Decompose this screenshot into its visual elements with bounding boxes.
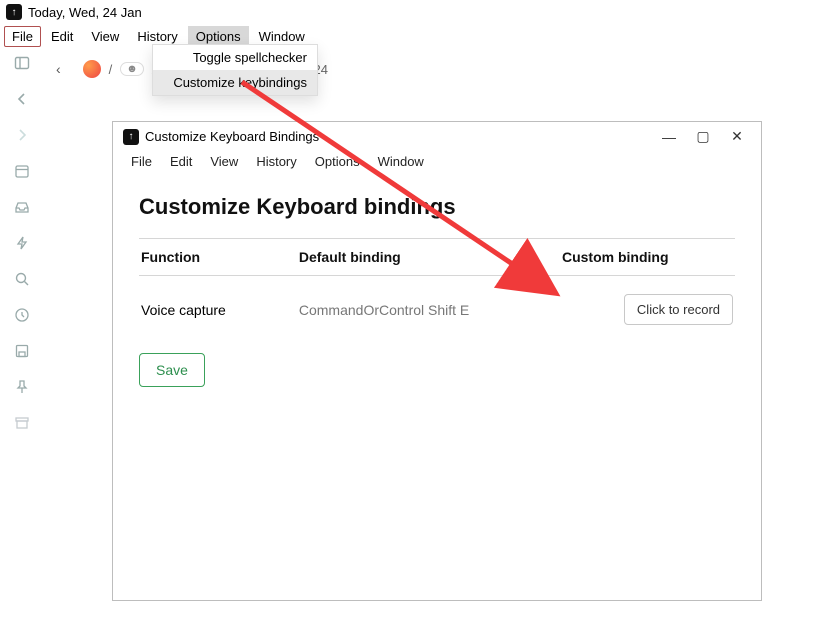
sidebar [0, 46, 44, 606]
inbox-icon[interactable] [13, 198, 31, 216]
row-function: Voice capture [141, 302, 299, 318]
dialog-menu-history[interactable]: History [248, 151, 304, 172]
col-function: Function [141, 249, 299, 265]
chevron-left-icon[interactable]: ‹ [56, 61, 61, 77]
minimize-button[interactable]: — [655, 129, 683, 145]
main-menubar: File Edit View History Options Window [0, 24, 832, 49]
click-to-record-button[interactable]: Click to record [624, 294, 733, 325]
save-icon[interactable] [13, 342, 31, 360]
row-default-binding: CommandOrControl Shift E [299, 302, 562, 318]
app-title: Today, Wed, 24 Jan [28, 5, 142, 20]
bolt-icon[interactable] [13, 234, 31, 252]
calendar-icon[interactable] [13, 162, 31, 180]
dropdown-toggle-spellchecker[interactable]: Toggle spellchecker [153, 45, 317, 70]
dialog-menubar: File Edit View History Options Window [113, 151, 761, 176]
emoji-chip[interactable]: ☻ [120, 62, 144, 76]
titlebar: ↑ Today, Wed, 24 Jan [0, 0, 832, 24]
table-row: Voice capture CommandOrControl Shift E C… [139, 276, 735, 343]
menu-edit[interactable]: Edit [43, 26, 81, 47]
options-dropdown: Toggle spellchecker Customize keybinding… [152, 44, 318, 96]
dialog-app-icon: ↑ [123, 129, 139, 145]
panel-icon[interactable] [13, 54, 31, 72]
dialog-title: Customize Keyboard Bindings [145, 129, 319, 144]
dialog-menu-file[interactable]: File [123, 151, 160, 172]
search-icon[interactable] [13, 270, 31, 288]
maximize-button[interactable]: ▢ [689, 128, 717, 145]
dropdown-customize-keybindings[interactable]: Customize keybindings [153, 70, 317, 95]
dialog-titlebar: ↑ Customize Keyboard Bindings — ▢ ✕ [113, 122, 761, 151]
dialog-menu-window[interactable]: Window [370, 151, 432, 172]
bindings-table: Function Default binding Custom binding … [139, 238, 735, 343]
col-custom: Custom binding [562, 249, 733, 265]
dialog-heading: Customize Keyboard bindings [139, 194, 735, 220]
col-default: Default binding [299, 249, 562, 265]
avatar[interactable] [83, 60, 101, 78]
dialog-menu-options[interactable]: Options [307, 151, 368, 172]
app-icon: ↑ [6, 4, 22, 20]
dialog-menu-view[interactable]: View [202, 151, 246, 172]
dialog-menu-edit[interactable]: Edit [162, 151, 200, 172]
forward-arrow-icon[interactable] [13, 126, 31, 144]
menu-view[interactable]: View [83, 26, 127, 47]
back-arrow-icon[interactable] [13, 90, 31, 108]
crumb-sep: / [109, 62, 113, 77]
archive-icon[interactable] [13, 414, 31, 432]
menu-file[interactable]: File [4, 26, 41, 47]
pin-icon[interactable] [13, 378, 31, 396]
keybindings-dialog: ↑ Customize Keyboard Bindings — ▢ ✕ File… [112, 121, 762, 601]
clock-icon[interactable] [13, 306, 31, 324]
close-button[interactable]: ✕ [723, 128, 751, 145]
save-button[interactable]: Save [139, 353, 205, 387]
